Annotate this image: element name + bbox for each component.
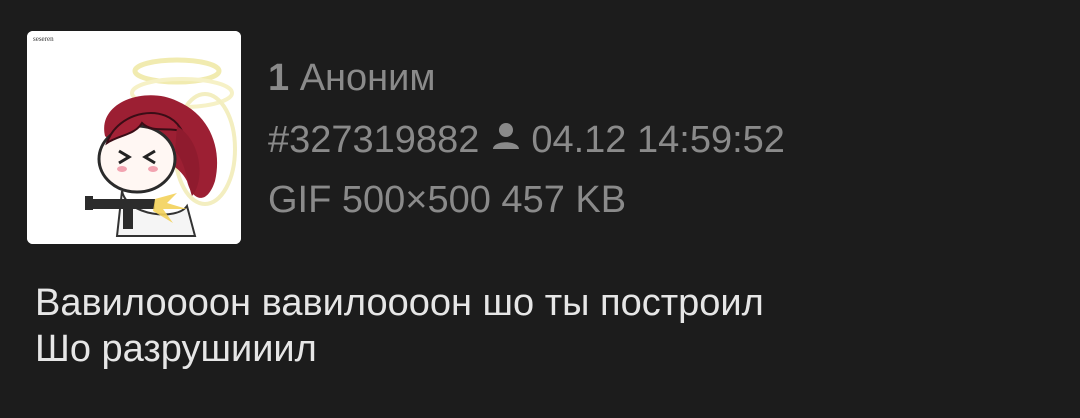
- post-index: 1: [268, 57, 290, 99]
- post-author[interactable]: Аноним: [300, 57, 436, 99]
- post-message-line-1: Вавилоооон вавилоооон шо ты построил: [35, 282, 764, 324]
- post-message: Вавилоооон вавилоооон шо ты построил Шо …: [35, 280, 764, 372]
- post-id-row: #327319882 04.12 14:59:52: [268, 117, 785, 167]
- anime-girl-gif-thumbnail: seseren: [27, 31, 241, 244]
- post: seseren 1 Аноним #327319882 04.12 14:59:5…: [0, 0, 1080, 418]
- file-info[interactable]: GIF 500×500 457 KB: [268, 178, 626, 222]
- post-message-line-2: Шо разрушииил: [35, 328, 317, 370]
- post-id[interactable]: #327319882: [268, 119, 479, 161]
- post-thumbnail[interactable]: seseren: [27, 31, 241, 244]
- post-header: 1 Аноним: [268, 56, 436, 100]
- post-datetime: 04.12 14:59:52: [531, 119, 785, 162]
- thumbnail-signature: seseren: [33, 35, 54, 43]
- user-icon: [491, 117, 521, 161]
